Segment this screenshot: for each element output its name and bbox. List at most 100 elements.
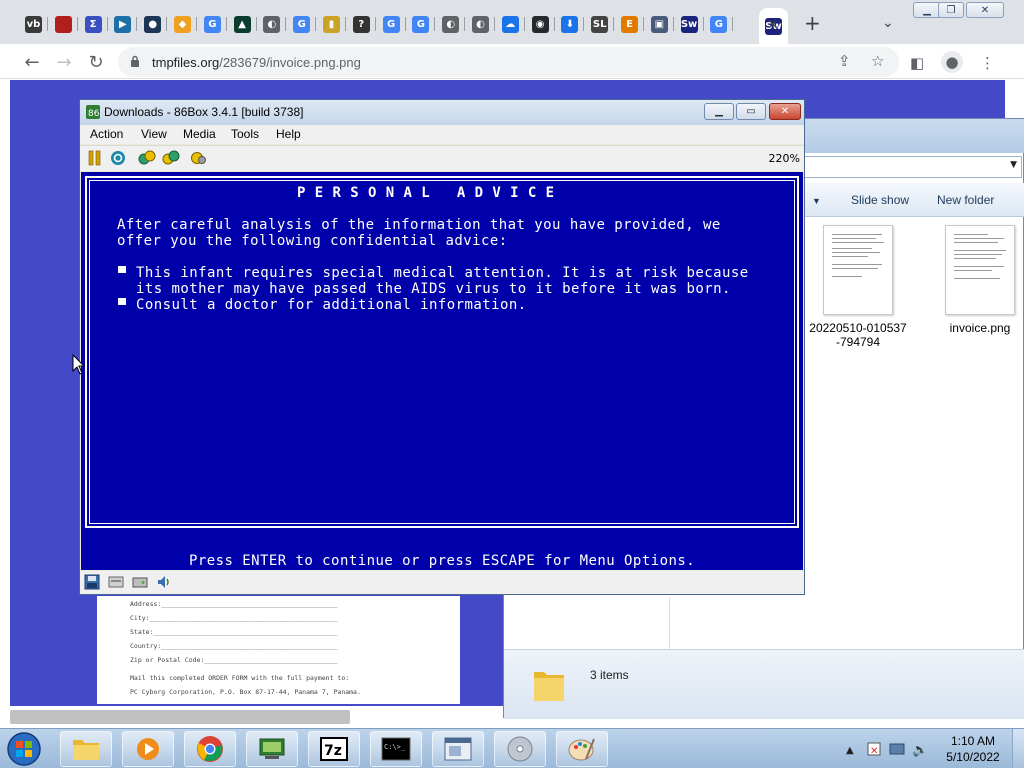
show-hidden-icons-icon[interactable]: ▲ <box>846 745 854 756</box>
disk-drive-icon[interactable] <box>108 574 124 590</box>
browser-tab[interactable]: ◐ <box>436 8 466 40</box>
more-menu-icon[interactable]: ⋮ <box>980 54 995 72</box>
taskbar-7zip-button[interactable]: 7z <box>308 731 360 767</box>
taskbar-paint-button[interactable] <box>556 731 608 767</box>
menu-media[interactable]: Media <box>183 127 216 141</box>
dropdown-arrow-icon[interactable]: ▼ <box>1010 160 1017 170</box>
minimize-button[interactable]: ▁ <box>704 103 734 120</box>
menu-view[interactable]: View <box>141 127 167 141</box>
browser-tab[interactable]: ◉ <box>526 8 555 40</box>
file-name-2[interactable]: invoice.png <box>936 321 1024 335</box>
start-button-icon[interactable] <box>4 731 44 767</box>
svg-text:86: 86 <box>88 109 100 119</box>
application-window-icon <box>444 737 472 761</box>
github-favicon: ◉ <box>531 15 549 33</box>
browser-tab[interactable]: Sw <box>675 8 704 40</box>
volume-icon[interactable]: 🔈 <box>912 743 928 758</box>
browser-tab[interactable]: ▣ <box>645 8 674 40</box>
menu-tools[interactable]: Tools <box>231 127 259 141</box>
share-icon[interactable]: ⇪ <box>838 52 851 70</box>
emulator-titlebar[interactable]: 86 Downloads - 86Box 3.4.1 [build 3738] … <box>80 100 804 125</box>
browser-tab[interactable]: ▲ <box>228 8 257 40</box>
system-clock[interactable]: 1:10 AM 5/10/2022 <box>940 733 1006 765</box>
floppy-favicon: ▣ <box>650 15 668 33</box>
close-window-button[interactable]: ✕ <box>966 2 1004 18</box>
document-line: Address:________________________________… <box>130 600 338 608</box>
forward-arrow-icon[interactable]: → <box>52 50 76 74</box>
taskbar-86box-button[interactable] <box>246 731 298 767</box>
taskbar-chrome-button[interactable] <box>184 731 236 767</box>
pause-icon[interactable] <box>86 149 104 167</box>
browser-tab[interactable]: ▮ <box>317 8 346 40</box>
ctrl-alt-esc-icon[interactable] <box>162 149 180 167</box>
browser-tab[interactable]: SL <box>585 8 615 40</box>
taskbar-cmd-button[interactable]: C:\>_ <box>370 731 422 767</box>
explorer-address-bar[interactable]: ▼ <box>804 156 1022 178</box>
menu-action[interactable]: Action <box>90 127 123 141</box>
browser-tab[interactable]: G <box>406 8 436 40</box>
folder-icon <box>73 740 99 760</box>
browser-tab[interactable] <box>49 8 78 40</box>
horizontal-scrollbar[interactable] <box>10 710 350 724</box>
ctrl-alt-del-icon[interactable] <box>138 149 156 167</box>
intro-line-2: offer you the following confidential adv… <box>117 233 508 249</box>
menu-help[interactable]: Help <box>276 127 301 141</box>
86box-icon <box>259 738 285 759</box>
taskbar-media-player-button[interactable] <box>122 731 174 767</box>
network-icon[interactable] <box>889 743 905 755</box>
back-arrow-icon[interactable]: ← <box>20 50 44 74</box>
taskbar-window-button[interactable] <box>432 731 484 767</box>
browser-tab[interactable]: ◆ <box>168 8 197 40</box>
sigma-favicon: Σ <box>84 15 102 33</box>
file-name-1[interactable]: 20220510-010537 -794794 <box>806 321 910 349</box>
taskbar-disc-button[interactable] <box>494 731 546 767</box>
browser-tab[interactable]: G <box>704 8 734 40</box>
lock-icon <box>131 55 139 67</box>
browser-tab[interactable]: G <box>377 8 406 40</box>
close-button[interactable]: ✕ <box>769 103 801 120</box>
sound-icon[interactable] <box>156 574 172 590</box>
restore-button[interactable]: ❐ <box>938 2 964 18</box>
maximize-button[interactable]: ▭ <box>736 103 766 120</box>
hard-disk-icon[interactable] <box>132 574 148 590</box>
new-folder-button[interactable]: New folder <box>937 193 994 207</box>
file-thumbnail[interactable] <box>823 225 893 315</box>
floppy-drive-icon[interactable] <box>84 574 100 590</box>
browser-tab[interactable]: E <box>615 8 644 40</box>
bookmark-star-icon[interactable]: ☆ <box>871 52 884 70</box>
slide-show-button[interactable]: Slide show <box>851 193 909 207</box>
taskbar-explorer-button[interactable] <box>60 731 112 767</box>
browser-tab[interactable]: ? <box>347 8 376 40</box>
reload-icon[interactable]: ↻ <box>84 50 108 74</box>
reset-icon[interactable] <box>109 149 127 167</box>
browser-tab[interactable]: ◐ <box>257 8 287 40</box>
browser-tab[interactable]: ◐ <box>466 8 495 40</box>
minimize-button[interactable]: ▁ <box>913 2 941 18</box>
cloud-upload-favicon: ☁ <box>501 15 519 33</box>
address-bar[interactable]: tmpfiles.org/283679/invoice.png.png ⇪ ☆ <box>118 47 899 77</box>
svg-text:C:\>_: C:\>_ <box>384 743 406 751</box>
browser-tab[interactable]: ▶ <box>108 8 138 40</box>
tab-search-chevron-icon[interactable]: ⌄ <box>882 15 894 31</box>
settings-icon[interactable] <box>190 149 208 167</box>
close-tab-icon[interactable]: ✕ <box>767 17 779 33</box>
browser-tab[interactable]: ⬇ <box>555 8 585 40</box>
side-panel-icon[interactable]: ◧ <box>910 54 924 72</box>
show-desktop-button[interactable] <box>1012 729 1024 768</box>
clock-date: 5/10/2022 <box>946 750 1000 764</box>
browser-tab[interactable]: ☁ <box>496 8 525 40</box>
file-thumbnail[interactable] <box>945 225 1015 315</box>
browser-tab[interactable]: Σ <box>79 8 108 40</box>
new-tab-button[interactable]: + <box>804 13 821 33</box>
browser-tab[interactable]: ● <box>138 8 168 40</box>
browser-tab[interactable]: G <box>198 8 227 40</box>
browser-tab[interactable]: vb <box>19 8 48 40</box>
profile-avatar-icon[interactable]: ● <box>941 51 963 73</box>
document-line: State:__________________________________… <box>130 628 338 636</box>
emulated-screen[interactable]: P E R S O N A L A D V I C E After carefu… <box>81 172 803 570</box>
browser-tab[interactable]: G <box>287 8 317 40</box>
organize-dropdown-icon[interactable]: ▼ <box>812 196 821 206</box>
86box-app-icon: 86 <box>86 105 100 119</box>
emulator-statusbar <box>80 571 804 594</box>
paint-icon <box>568 738 595 761</box>
